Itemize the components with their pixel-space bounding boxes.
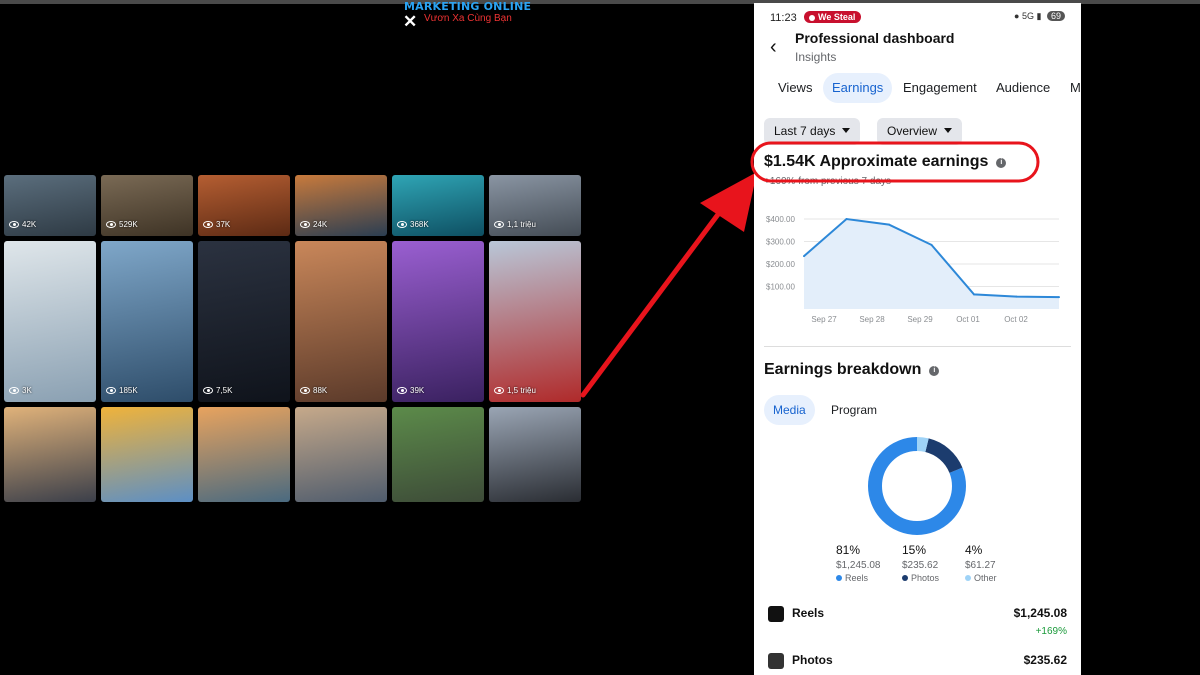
highlight-oval [750,141,1040,183]
